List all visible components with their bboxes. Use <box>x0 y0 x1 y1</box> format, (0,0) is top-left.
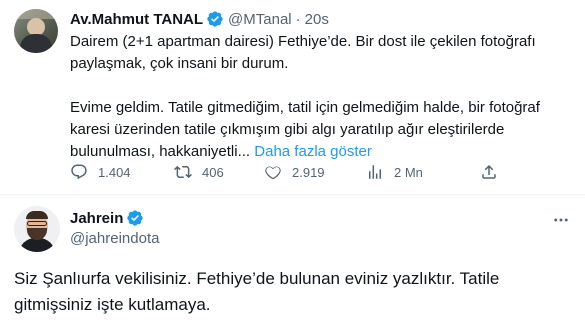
show-more-link[interactable]: Daha fazla göster <box>254 143 372 160</box>
views-button[interactable]: 2 Mn <box>366 163 423 181</box>
author-avatar[interactable] <box>14 9 58 53</box>
reply-icon <box>71 164 87 180</box>
views-count: 2 Mn <box>394 164 423 180</box>
tweet-paragraph-2: Evime geldim. Tatile gitmediğim, tatil i… <box>70 97 570 163</box>
tweet-timestamp[interactable]: 20s <box>305 11 329 28</box>
more-icon <box>554 218 568 222</box>
separator-dot: · <box>295 10 301 28</box>
author-name[interactable]: Av.Mahmut TANAL <box>70 11 203 28</box>
reply-button[interactable]: 1.404 <box>70 163 131 181</box>
share-button[interactable] <box>480 163 498 181</box>
reply-author-handle[interactable]: @jahreindota <box>70 230 159 247</box>
verified-badge-icon <box>206 10 224 28</box>
tweet-header: Av.Mahmut TANAL @MTanal · 20s <box>70 9 329 29</box>
author-handle[interactable]: @MTanal <box>228 11 292 28</box>
reply-count: 1.404 <box>98 164 131 180</box>
more-button[interactable] <box>550 209 572 231</box>
quoted-tweet[interactable]: Av.Mahmut TANAL @MTanal · 20s Dairem (2+… <box>0 0 585 194</box>
retweet-button[interactable]: 406 <box>174 163 224 181</box>
reply-author-avatar[interactable] <box>14 206 60 252</box>
like-button[interactable]: 2.919 <box>264 163 325 181</box>
verified-badge-icon <box>126 209 144 227</box>
share-icon <box>482 164 496 179</box>
retweet-icon <box>174 165 192 179</box>
like-count: 2.919 <box>292 164 325 180</box>
tweet-text: Dairem (2+1 apartman dairesi) Fethiye’de… <box>70 31 570 163</box>
reply-author-name[interactable]: Jahrein <box>70 210 123 227</box>
reply-tweet[interactable]: Jahrein @jahreindota Siz Şanlıurfa vekil… <box>0 195 585 321</box>
tweet-paragraph-1: Dairem (2+1 apartman dairesi) Fethiye’de… <box>70 33 536 72</box>
views-icon <box>369 165 381 179</box>
reply-header: Jahrein <box>70 209 144 227</box>
tweet-actions: 1.404 406 2.919 2 Mn <box>70 162 510 182</box>
heart-icon <box>265 166 281 180</box>
reply-text: Siz Şanlıurfa vekilisiniz. Fethiye’de bu… <box>14 269 500 314</box>
retweet-count: 406 <box>202 164 224 180</box>
